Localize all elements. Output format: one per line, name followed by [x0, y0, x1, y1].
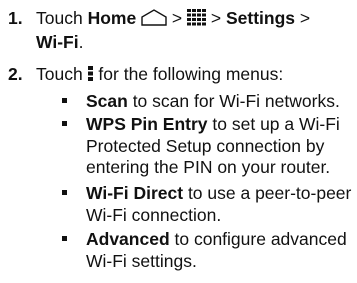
step-number: 2.: [8, 64, 23, 84]
home-icon: [141, 9, 167, 32]
menu-description: to scan for Wi-Fi networks.: [127, 91, 340, 111]
step-text: Touch for the following menus:: [36, 64, 354, 88]
settings-label: Settings: [225, 8, 296, 28]
bullet-icon: [62, 236, 67, 241]
menu-name: Advanced: [86, 229, 170, 249]
home-label: Home: [87, 8, 137, 28]
menu-name: Scan: [86, 91, 128, 111]
instructions: 1. Touch Home > > Settings > Wi-Fi. 2. To…: [0, 0, 357, 283]
wifi-label: Wi-Fi: [36, 31, 79, 52]
step-number: 1.: [8, 8, 23, 28]
bullet-icon: [62, 190, 67, 195]
step-text: Touch Home > > Settings > Wi-Fi.: [36, 8, 311, 52]
menu-name: WPS Pin Entry: [86, 114, 208, 134]
menu-name: Wi-Fi Direct: [86, 183, 184, 203]
bullet-icon: [62, 98, 67, 103]
apps-grid-icon: [187, 9, 207, 32]
bullet-icon: [62, 121, 67, 126]
